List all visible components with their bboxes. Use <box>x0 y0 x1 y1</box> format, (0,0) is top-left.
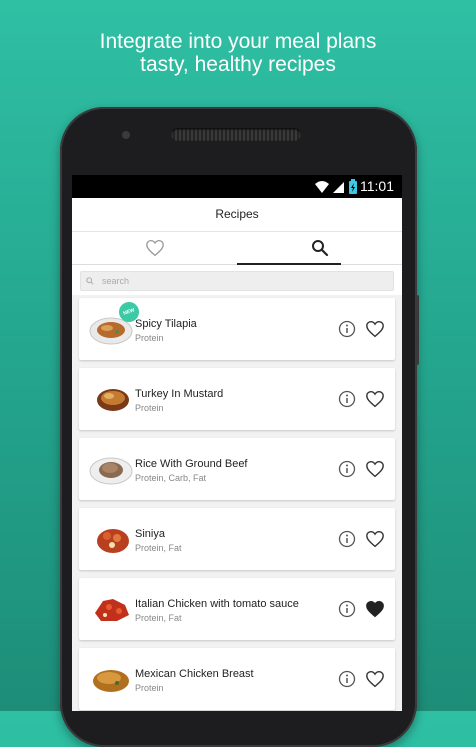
front-camera <box>122 131 130 139</box>
tab-bar <box>72 232 402 265</box>
recipe-card[interactable]: Mexican Chicken Breast Protein <box>79 648 395 710</box>
recipe-card[interactable]: Rice With Ground Beef Protein, Carb, Fat <box>79 438 395 500</box>
wifi-icon <box>315 180 329 193</box>
battery-icon <box>349 179 357 194</box>
recipe-card[interactable]: Siniya Protein, Fat <box>79 508 395 570</box>
recipe-title: Mexican Chicken Breast <box>135 668 254 680</box>
recipe-card[interactable]: Italian Chicken with tomato sauce Protei… <box>79 578 395 640</box>
page-title: Recipes <box>215 207 259 221</box>
recipe-categories: Protein, Carb, Fat <box>135 473 207 483</box>
info-icon[interactable] <box>338 670 356 688</box>
info-icon[interactable] <box>338 390 356 408</box>
app-screen: 11:01 Recipes search NEW Spicy Tilapia P… <box>72 175 402 711</box>
phone-side-button <box>415 295 419 365</box>
recipe-title: Siniya <box>135 528 165 540</box>
recipe-categories: Protein, Fat <box>135 543 182 553</box>
mexican-chicken-breast-thumbnail <box>93 670 129 692</box>
recipe-title: Spicy Tilapia <box>135 318 197 330</box>
tagline-line-1: Integrate into your meal plans <box>99 30 377 53</box>
recipe-title: Italian Chicken with tomato sauce <box>135 598 299 610</box>
favorite-heart-icon[interactable] <box>365 460 385 478</box>
info-icon[interactable] <box>338 460 356 478</box>
search-icon <box>311 240 328 257</box>
favorite-heart-icon[interactable] <box>365 390 385 408</box>
status-time: 11:01 <box>360 178 394 194</box>
info-icon[interactable] <box>338 320 356 338</box>
favorite-heart-filled-icon[interactable] <box>365 600 385 618</box>
app-bar: Recipes <box>72 198 402 232</box>
recipe-categories: Protein <box>135 403 164 413</box>
search-box[interactable] <box>80 271 394 291</box>
recipe-card[interactable]: NEW Spicy Tilapia Protein <box>79 298 395 360</box>
info-icon[interactable] <box>338 530 356 548</box>
recipe-categories: Protein, Fat <box>135 613 182 623</box>
selected-tab-indicator <box>237 263 341 265</box>
recipe-list: NEW Spicy Tilapia Protein Turkey In Must… <box>72 298 402 710</box>
info-icon[interactable] <box>338 600 356 618</box>
recipe-card[interactable]: Turkey In Mustard Protein <box>79 368 395 430</box>
recipe-categories: Protein <box>135 333 164 343</box>
promo-tagline: Integrate into your meal plans tasty, he… <box>0 30 476 76</box>
italian-chicken-thumbnail <box>95 599 129 621</box>
heart-outline-icon <box>145 239 164 257</box>
favorite-heart-icon[interactable] <box>365 670 385 688</box>
signal-icon <box>333 181 344 193</box>
tab-search[interactable] <box>237 232 402 264</box>
tagline-line-2: tasty, healthy recipes <box>140 53 336 76</box>
status-bar: 11:01 <box>72 175 402 198</box>
recipe-title: Rice With Ground Beef <box>135 458 248 470</box>
search-bar <box>72 265 402 295</box>
recipe-categories: Protein <box>135 683 164 693</box>
search-small-icon <box>86 277 94 285</box>
siniya-thumbnail <box>97 529 129 553</box>
favorite-heart-icon[interactable] <box>365 530 385 548</box>
search-input[interactable] <box>100 275 364 287</box>
favorite-heart-icon[interactable] <box>365 320 385 338</box>
rice-with-ground-beef-thumbnail <box>89 457 133 485</box>
recipe-title: Turkey In Mustard <box>135 388 224 400</box>
earpiece-speaker <box>171 128 301 141</box>
tab-favorites[interactable] <box>72 232 237 264</box>
turkey-in-mustard-thumbnail <box>97 389 129 411</box>
